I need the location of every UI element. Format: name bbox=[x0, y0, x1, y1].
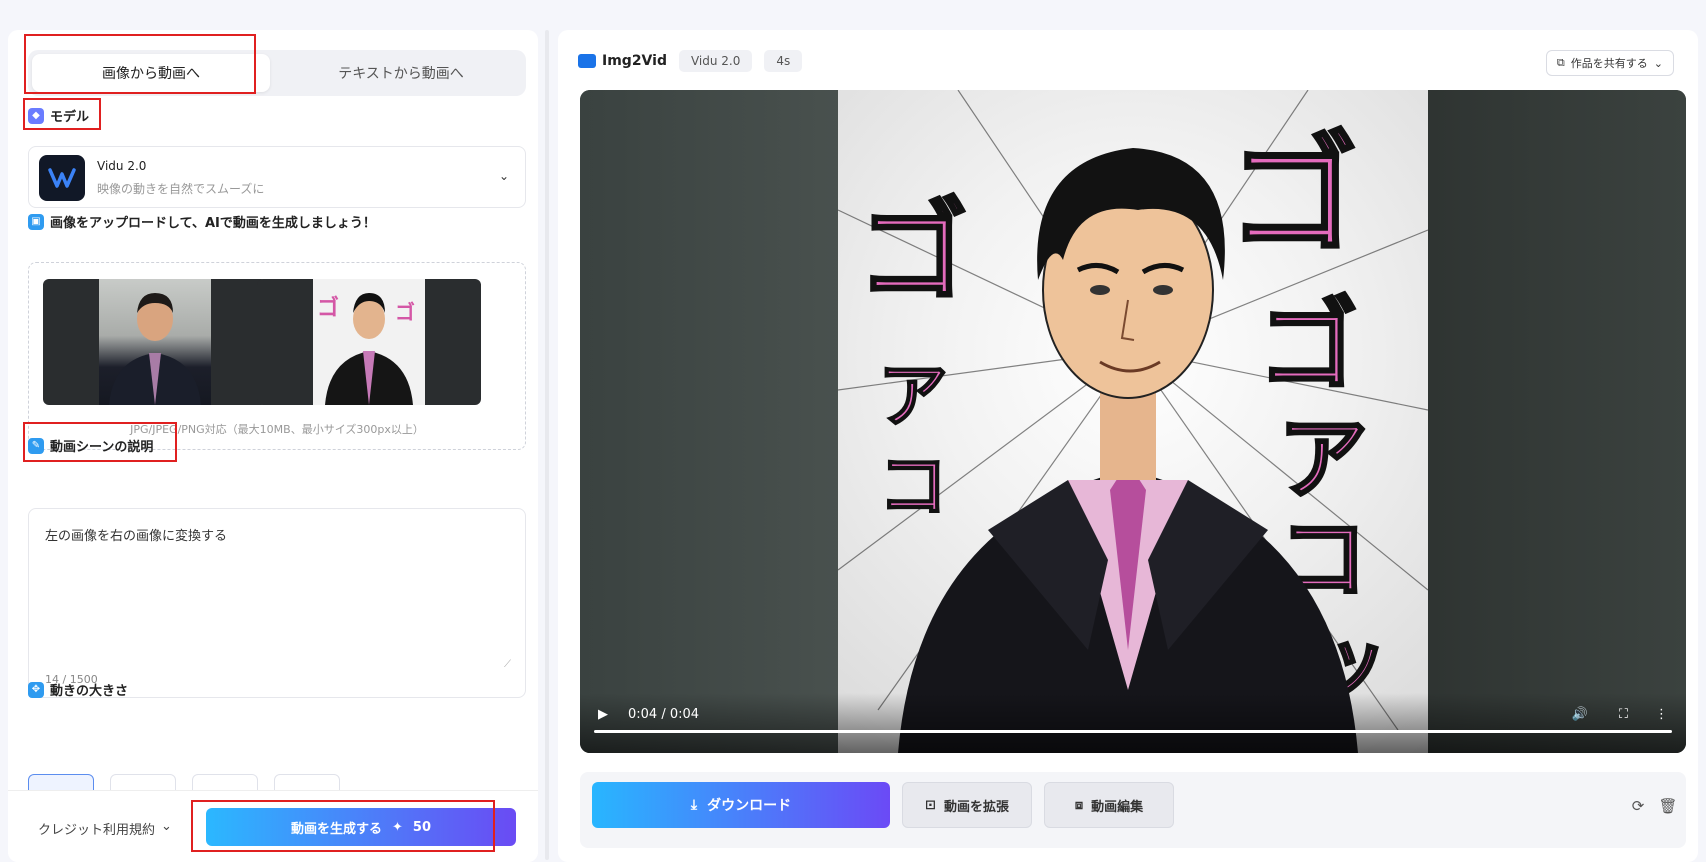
fullscreen-icon[interactable]: ⛶ bbox=[1619, 707, 1628, 722]
chevron-down-icon: ⌄ bbox=[161, 819, 172, 834]
scene-description-text: 左の画像を右の画像に変換する bbox=[45, 529, 228, 544]
extend-icon: ⊡ bbox=[925, 797, 936, 813]
video-camera-icon bbox=[578, 54, 596, 68]
target-image-thumbnail[interactable]: ゴ ゴ bbox=[257, 279, 481, 405]
vidu-logo-icon bbox=[39, 155, 85, 201]
video-controls: ▶ 0:04 / 0:04 🔊 ⛶ ⋮ bbox=[580, 693, 1686, 753]
extend-video-button[interactable]: ⊡ 動画を拡張 bbox=[902, 782, 1032, 828]
svg-text:ゴ: ゴ bbox=[1258, 287, 1358, 404]
tab-text-to-video[interactable]: テキストから動画へ bbox=[282, 54, 520, 92]
svg-text:ア: ア bbox=[1278, 407, 1368, 512]
volume-icon[interactable]: 🔊 bbox=[1572, 707, 1588, 722]
video-progress-bar[interactable] bbox=[594, 730, 1672, 733]
chevron-down-icon: ⌄ bbox=[498, 169, 509, 183]
model-selector[interactable]: Vidu 2.0 映像の動きを自然でスムーズに ⌄ bbox=[28, 146, 526, 208]
edit-video-button[interactable]: ⧈ 動画編集 bbox=[1044, 782, 1174, 828]
svg-text:ア: ア bbox=[878, 355, 948, 437]
highlight-box-scene bbox=[23, 422, 177, 462]
refresh-icon[interactable]: ⟳ bbox=[1628, 796, 1648, 816]
edit-video-icon: ⧈ bbox=[1074, 797, 1084, 813]
credit-terms-dropdown[interactable]: クレジット利用規約 ⌄ bbox=[38, 819, 172, 838]
video-frame: ゴ ア コ ゴ ゴ ア コ ッ bbox=[838, 90, 1428, 753]
duration-chip: 4s bbox=[764, 50, 803, 72]
model-name: Vidu 2.0 bbox=[97, 159, 147, 173]
external-link-icon: ⧉ bbox=[1556, 56, 1565, 69]
svg-text:ゴ: ゴ bbox=[317, 295, 339, 321]
svg-text:ゴ: ゴ bbox=[858, 188, 968, 316]
model-description: 映像の動きを自然でスムーズに bbox=[97, 182, 265, 196]
svg-text:コ: コ bbox=[878, 445, 948, 527]
trash-icon[interactable]: 🗑 bbox=[1658, 796, 1678, 816]
preview-header: Img2Vid Vidu 2.0 4s bbox=[578, 50, 803, 72]
move-arrows-icon: ✥ bbox=[28, 681, 44, 698]
panel-divider[interactable] bbox=[545, 30, 549, 860]
left-panel: 画像から動画へ テキストから動画へ ◆ モデル Vidu 2.0 映像の動きを自… bbox=[8, 30, 538, 862]
upload-section-title: ▣ 画像をアップロードして、AIで動画を生成しましょう！ bbox=[28, 212, 376, 231]
more-options-icon[interactable]: ⋮ bbox=[1655, 707, 1668, 722]
svg-text:ゴ: ゴ bbox=[1228, 119, 1358, 271]
model-chip: Vidu 2.0 bbox=[678, 50, 753, 72]
video-player[interactable]: ゴ ア コ ゴ ゴ ア コ ッ ▶ 0:04 / 0:04 🔊 ⛶ ⋮ bbox=[580, 90, 1686, 753]
share-button[interactable]: ⧉ 作品を共有する ⌄ bbox=[1545, 50, 1674, 76]
motion-section-title: ✥ 動きの大きさ bbox=[28, 680, 128, 699]
play-icon[interactable]: ▶ bbox=[598, 707, 608, 722]
image-icon: ▣ bbox=[28, 213, 44, 230]
source-image-thumbnail[interactable] bbox=[43, 279, 267, 405]
scene-description-textarea[interactable]: 左の画像を右の画像に変換する 14 / 1500 ⟋ bbox=[28, 508, 526, 698]
download-button[interactable]: ⤓ ダウンロード bbox=[592, 782, 890, 828]
highlight-box-model bbox=[23, 98, 101, 130]
preview-title: Img2Vid bbox=[578, 53, 667, 69]
chevron-down-icon: ⌄ bbox=[1653, 56, 1663, 70]
preview-panel: Img2Vid Vidu 2.0 4s ⧉ 作品を共有する ⌄ ゴ ア コ ゴ bbox=[558, 30, 1698, 862]
action-bar: ⤓ ダウンロード ⊡ 動画を拡張 ⧈ 動画編集 ⟳ 🗑 bbox=[580, 772, 1686, 848]
highlight-box-tab bbox=[24, 34, 256, 94]
download-icon: ⤓ bbox=[690, 797, 698, 813]
video-time: 0:04 / 0:04 bbox=[628, 707, 700, 722]
highlight-box-generate bbox=[191, 800, 495, 852]
resize-handle-icon[interactable]: ⟋ bbox=[504, 659, 511, 670]
svg-text:ゴ: ゴ bbox=[395, 300, 415, 324]
